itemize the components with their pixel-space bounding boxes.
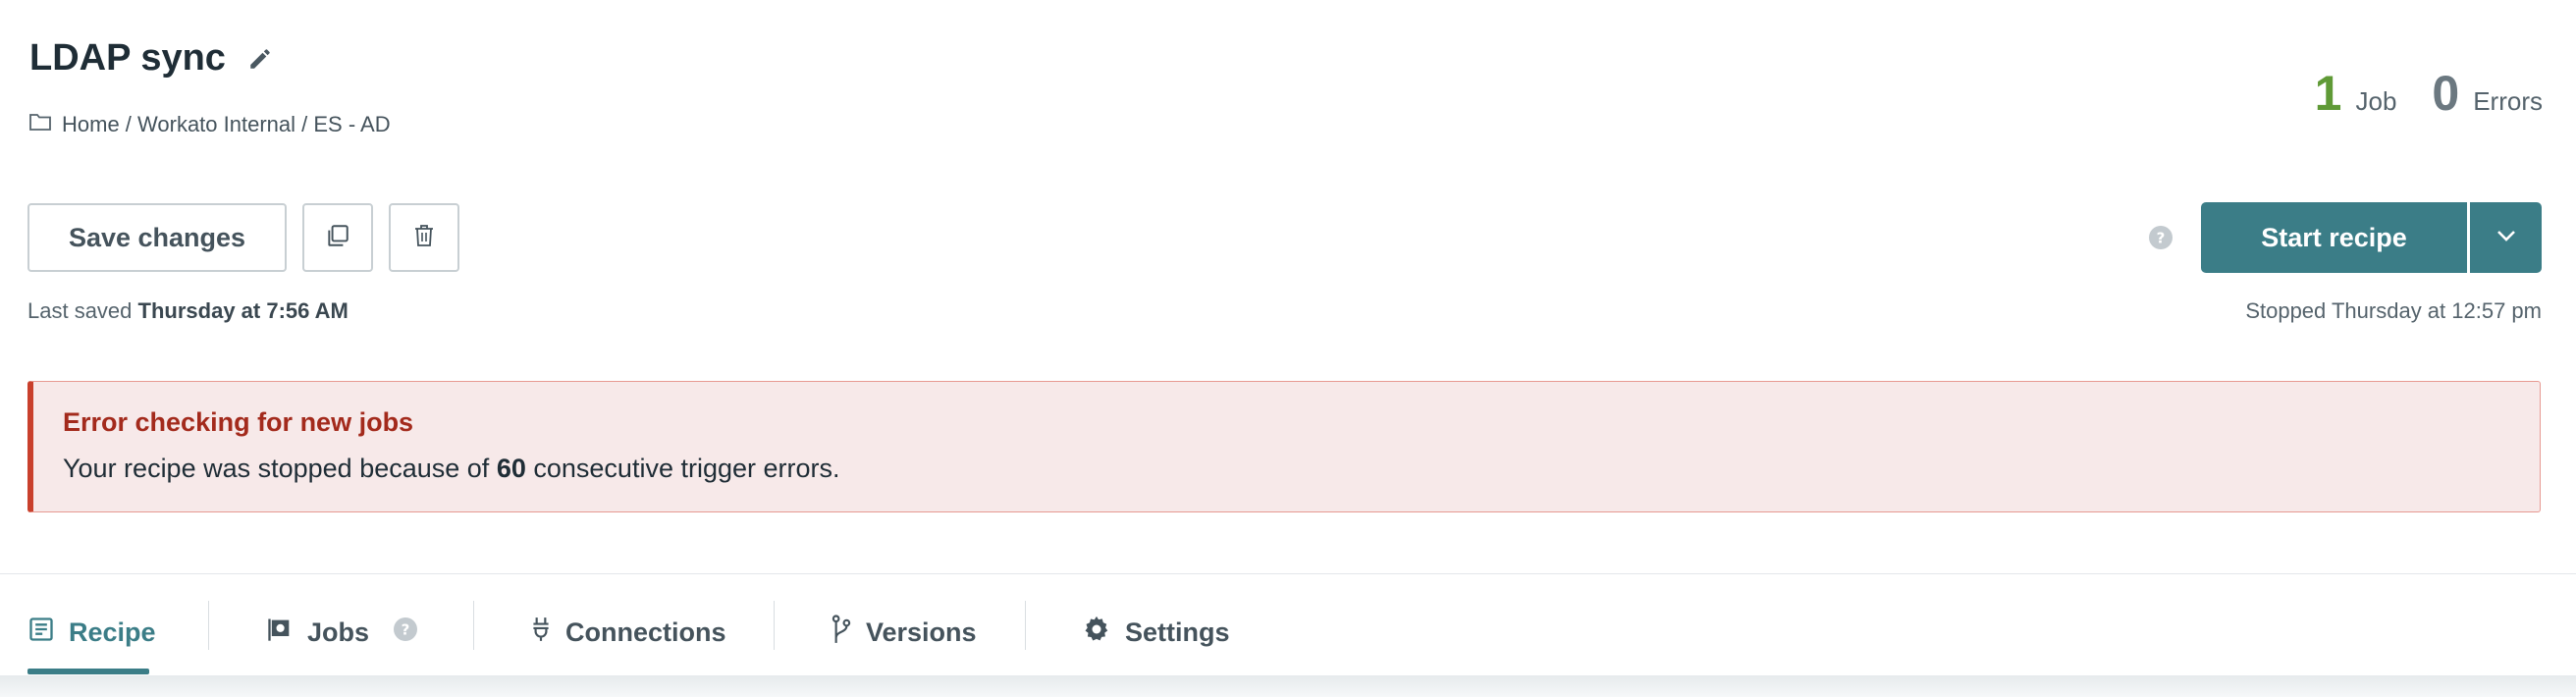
errors-label: Errors	[2473, 86, 2543, 116]
help-icon[interactable]: ?	[2148, 225, 2174, 255]
job-count[interactable]: 1	[2315, 69, 2342, 118]
folder-icon	[28, 112, 52, 137]
help-icon[interactable]: ?	[393, 617, 418, 649]
chevron-down-icon	[2495, 228, 2518, 248]
divider	[0, 573, 2576, 574]
recipe-status: Stopped Thursday at 12:57 pm	[2245, 298, 2542, 323]
tab-label: Connections	[565, 617, 726, 647]
tab-connections[interactable]: Connections	[530, 589, 726, 675]
tab-recipe[interactable]: Recipe	[27, 589, 156, 675]
pencil-icon[interactable]	[247, 46, 273, 72]
svg-text:?: ?	[402, 620, 410, 638]
tab-label: Recipe	[69, 617, 156, 647]
tab-separator	[208, 601, 209, 650]
branch-icon	[831, 614, 852, 651]
tab-jobs[interactable]: Jobs ?	[266, 589, 418, 675]
document-icon	[27, 616, 55, 650]
tab-label: Versions	[866, 617, 977, 647]
error-text-before: Your recipe was stopped because of	[63, 454, 490, 483]
tab-versions[interactable]: Versions	[831, 589, 977, 675]
gear-icon	[1082, 615, 1111, 651]
delete-button[interactable]	[389, 203, 459, 272]
tab-bar: Recipe Jobs ? Connections Versions Setti…	[0, 589, 2576, 675]
last-saved-status: Last saved Thursday at 7:56 AM	[27, 298, 349, 324]
tab-separator	[774, 601, 775, 650]
active-tab-indicator	[27, 669, 149, 674]
start-options-dropdown[interactable]	[2470, 202, 2542, 273]
tab-separator	[473, 601, 474, 650]
job-label: Job	[2355, 86, 2397, 116]
copy-icon	[325, 223, 350, 253]
flag-icon	[266, 616, 294, 650]
error-banner: Error checking for new jobs Your recipe …	[27, 381, 2541, 512]
breadcrumb[interactable]: Home / Workato Internal / ES - AD	[28, 112, 391, 137]
tab-settings[interactable]: Settings	[1082, 589, 1230, 675]
page-title: LDAP sync	[29, 37, 273, 80]
svg-text:?: ?	[2157, 230, 2166, 247]
error-count: 60	[496, 454, 526, 483]
breadcrumb-text[interactable]: Home / Workato Internal / ES - AD	[62, 112, 391, 137]
trash-icon	[412, 223, 436, 253]
tab-label: Settings	[1125, 617, 1230, 647]
tab-separator	[1025, 601, 1026, 650]
error-count[interactable]: 0	[2432, 69, 2459, 118]
job-stats: 1 Job 0 Errors	[2315, 69, 2543, 118]
start-recipe-button[interactable]: Start recipe	[2201, 202, 2467, 273]
error-text-after: consecutive trigger errors.	[533, 454, 840, 483]
last-saved-time: Thursday at 7:56 AM	[137, 298, 349, 323]
last-saved-prefix: Last saved	[27, 298, 133, 323]
tab-label: Jobs	[307, 617, 370, 647]
recipe-name: LDAP sync	[29, 37, 226, 79]
save-changes-button[interactable]: Save changes	[27, 203, 287, 272]
plug-icon	[530, 617, 552, 649]
error-title: Error checking for new jobs	[63, 407, 414, 437]
error-message: Your recipe was stopped because of 60 co…	[63, 454, 2540, 484]
content-area-edge	[0, 675, 2576, 697]
copy-button[interactable]	[302, 203, 373, 272]
